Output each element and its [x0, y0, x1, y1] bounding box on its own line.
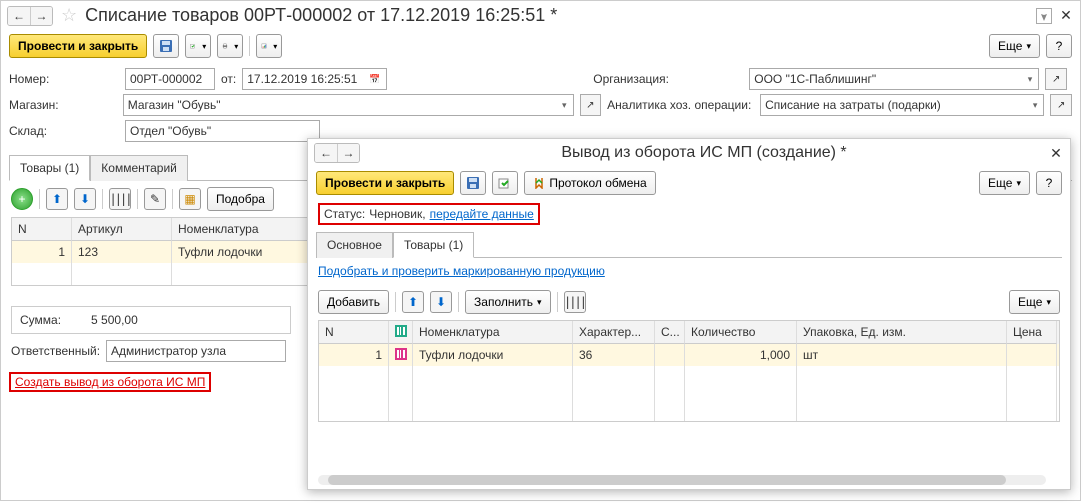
separator [249, 36, 250, 56]
table-row[interactable]: 1 Туфли лодочки 36 1,000 шт [319, 344, 1059, 366]
col-qty: Количество [685, 321, 797, 344]
nested-sub-toolbar: Добавить ⬆ ⬇ Заполнить |||| Еще [308, 284, 1070, 320]
favorite-star-icon[interactable]: ☆ [61, 5, 77, 26]
help-button[interactable]: ? [1036, 171, 1062, 195]
responsible-label: Ответственный: [11, 344, 100, 358]
sum-value: 5 500,00 [91, 313, 138, 327]
col-pack: Упаковка, Ед. изм. [797, 321, 1007, 344]
pick-marked-link[interactable]: Подобрать и проверить маркированную прод… [318, 264, 605, 278]
add-button[interactable]: Добавить [318, 290, 389, 314]
create-withdrawal-link[interactable]: Создать вывод из оборота ИС МП [9, 372, 211, 392]
post-and-close-button[interactable]: Провести и закрыть [316, 171, 454, 195]
barcode-icon[interactable]: |||| [564, 291, 586, 313]
store-label: Магазин: [9, 98, 117, 112]
open-icon[interactable]: ↗ [580, 94, 602, 116]
help-button[interactable]: ? [1046, 34, 1072, 58]
nested-table: N Номенклатура Характер... С... Количест… [318, 320, 1060, 422]
save-button[interactable] [460, 171, 486, 195]
window-actions: ✕ [1036, 8, 1074, 24]
move-up-icon[interactable]: ⬆ [402, 291, 424, 313]
tab-goods[interactable]: Товары (1) [9, 155, 90, 181]
nested-window: ← → Вывод из оборота ИС МП (создание) * … [307, 138, 1071, 490]
status-row: Статус: Черновик, передайте данные [318, 203, 540, 225]
calendar-icon[interactable]: 📅 [367, 74, 382, 85]
barcode-icon[interactable]: |||| [109, 188, 131, 210]
date-input[interactable]: 17.12.2019 16:25:51📅 [242, 68, 387, 90]
form-fields: Номер: 00РТ-000002 от: 17.12.2019 16:25:… [1, 62, 1080, 148]
responsible-input[interactable]: Администратор узла [106, 340, 286, 362]
window-title: Списание товаров 00РТ-000002 от 17.12.20… [85, 5, 1032, 26]
tab-comment[interactable]: Комментарий [90, 155, 188, 181]
col-mark-icon [389, 321, 413, 344]
number-input[interactable]: 00РТ-000002 [125, 68, 215, 90]
more-button[interactable]: Еще [979, 171, 1030, 195]
post-and-close-button[interactable]: Провести и закрыть [9, 34, 147, 58]
status-link[interactable]: передайте данные [430, 207, 534, 221]
col-nomenclature: Номенклатура [172, 218, 322, 241]
from-label: от: [221, 72, 236, 86]
nav-back-icon[interactable]: ← [8, 7, 30, 25]
store-input[interactable]: Магазин "Обувь"▾ [123, 94, 574, 116]
warehouse-input[interactable]: Отдел "Обувь" [125, 120, 320, 142]
protocol-button[interactable]: Протокол обмена [524, 171, 655, 195]
nav-forward-icon[interactable]: → [337, 144, 359, 162]
nested-toolbar: Провести и закрыть Протокол обмена Еще ? [308, 167, 1070, 199]
close-icon[interactable]: ✕ [1048, 145, 1064, 161]
nav-forward-icon[interactable]: → [30, 7, 52, 25]
col-s: С... [655, 321, 685, 344]
main-toolbar: Провести и закрыть Еще ? [1, 30, 1080, 62]
edit-icon[interactable]: ✎ [144, 188, 166, 210]
more-button[interactable]: Еще [989, 34, 1040, 58]
move-up-icon[interactable]: ⬆ [46, 188, 68, 210]
summary-box: Сумма: 5 500,00 [11, 306, 291, 334]
move-down-icon[interactable]: ⬇ [74, 188, 96, 210]
post-button[interactable] [185, 34, 211, 58]
col-char: Характер... [573, 321, 655, 344]
fill-button[interactable]: Заполнить [465, 290, 550, 314]
title-bar: ← → ☆ Списание товаров 00РТ-000002 от 17… [1, 1, 1080, 30]
col-n: N [319, 321, 389, 344]
nav-back-icon[interactable]: ← [315, 144, 337, 162]
save-button[interactable] [153, 34, 179, 58]
pick-link-row: Подобрать и проверить маркированную прод… [308, 258, 1070, 284]
mark-status-icon [389, 344, 413, 366]
col-price: Цена [1007, 321, 1057, 344]
nested-tabs: Основное Товары (1) [316, 231, 1062, 258]
warehouse-label: Склад: [9, 124, 119, 138]
add-row-icon[interactable]: + [11, 188, 33, 210]
box-icon[interactable]: ▦ [179, 188, 201, 210]
analytics-input[interactable]: Списание на затраты (подарки)▾ [760, 94, 1044, 116]
nested-window-title: Вывод из оборота ИС МП (создание) * [364, 144, 1044, 162]
col-article: Артикул [72, 218, 172, 241]
sum-label: Сумма: [20, 313, 61, 327]
status-label: Статус: [324, 207, 365, 221]
org-label: Организация: [593, 72, 743, 86]
status-value: Черновик, [369, 207, 425, 221]
open-icon[interactable]: ↗ [1045, 68, 1067, 90]
nested-title-bar: ← → Вывод из оборота ИС МП (создание) * … [308, 139, 1070, 167]
col-nomenclature: Номенклатура [413, 321, 573, 344]
post-button[interactable] [492, 171, 518, 195]
open-icon[interactable]: ↗ [1050, 94, 1072, 116]
attach-icon[interactable] [1036, 8, 1052, 24]
horizontal-scrollbar[interactable] [318, 475, 1046, 485]
move-down-icon[interactable]: ⬇ [430, 291, 452, 313]
tab-goods[interactable]: Товары (1) [393, 232, 474, 258]
pick-button[interactable]: Подобра [207, 187, 274, 211]
tab-main[interactable]: Основное [316, 232, 393, 258]
col-n: N [12, 218, 72, 241]
more-button[interactable]: Еще [1009, 290, 1060, 314]
analytics-label: Аналитика хоз. операции: [607, 98, 754, 112]
org-input[interactable]: ООО "1С-Паблишинг"▾ [749, 68, 1039, 90]
close-icon[interactable]: ✕ [1058, 8, 1074, 24]
number-label: Номер: [9, 72, 119, 86]
nav-buttons: ← → [7, 6, 53, 26]
print-button[interactable] [217, 34, 243, 58]
report-button[interactable] [256, 34, 282, 58]
